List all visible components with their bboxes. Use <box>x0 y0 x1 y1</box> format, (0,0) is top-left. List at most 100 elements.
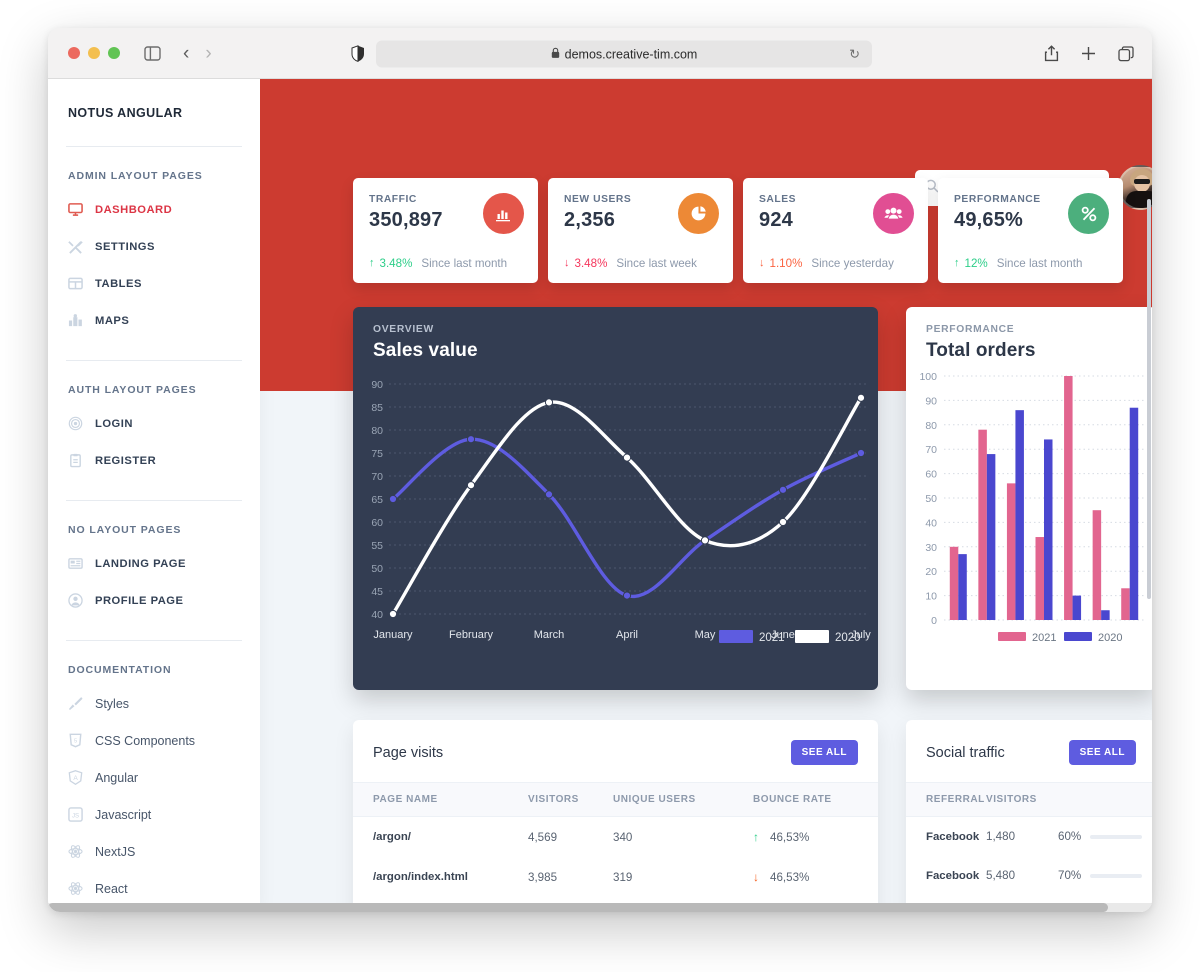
stat-since: Since last week <box>616 257 697 270</box>
brand-title[interactable]: NOTUS ANGULAR <box>68 79 242 120</box>
progress-percent: 70% <box>1058 869 1082 882</box>
column-header-progress <box>1058 782 1152 817</box>
column-header-page-name: PAGE NAME <box>353 782 528 817</box>
sidebar-item-dashboard[interactable]: DASHBOARD <box>66 196 242 223</box>
nextjs-atom-icon <box>68 844 83 859</box>
svg-text:0: 0 <box>931 615 937 627</box>
svg-text:45: 45 <box>371 586 383 598</box>
sidebar-item-label: Styles <box>95 696 130 711</box>
navigation-buttons[interactable]: ‹ › <box>183 44 212 63</box>
sidebar-item-react[interactable]: React <box>66 875 242 902</box>
reload-icon[interactable]: ↻ <box>849 46 860 62</box>
minimize-window-button[interactable] <box>88 47 100 59</box>
card-header: Page visits SEE ALL <box>353 720 878 782</box>
table-row[interactable]: Facebook 1,480 60% <box>906 817 1152 857</box>
svg-text:40: 40 <box>371 609 383 621</box>
svg-text:50: 50 <box>925 493 937 505</box>
sidebar-item-styles[interactable]: Styles <box>66 690 242 717</box>
percent-icon <box>1068 193 1109 234</box>
svg-text:2021: 2021 <box>759 632 785 644</box>
sidebar-item-javascript[interactable]: JS Javascript <box>66 801 242 828</box>
page-visits-card: Page visits SEE ALL PAGE NAME VISITORS U… <box>353 720 878 912</box>
sidebar-item-label: DASHBOARD <box>95 203 173 216</box>
sidebar-section-title-admin: ADMIN LAYOUT PAGES <box>68 170 203 182</box>
forward-button[interactable]: › <box>205 44 211 63</box>
sidebar-item-tables[interactable]: TABLES <box>66 270 242 297</box>
sidebar-item-label: LANDING PAGE <box>95 557 186 570</box>
share-icon[interactable] <box>1044 45 1059 62</box>
stat-footer: ↑ 3.48% Since last month <box>369 257 507 270</box>
see-all-button[interactable]: SEE ALL <box>1068 740 1136 765</box>
sidebar-item-angular[interactable]: A Angular <box>66 764 242 791</box>
svg-text:55: 55 <box>371 540 383 552</box>
window-controls[interactable] <box>68 47 120 59</box>
svg-text:85: 85 <box>371 402 383 414</box>
table-row[interactable]: /argon/index.html 3,985 319 ↓ 46,53% <box>353 857 878 897</box>
plus-icon[interactable] <box>1081 46 1096 61</box>
chart-pie-icon <box>678 193 719 234</box>
stat-card-performance: PERFORMANCE 49,65% ↑ 12% Since last mont… <box>938 178 1123 283</box>
total-orders-chart-card: PERFORMANCE Total orders 0 10 20 30 40 50 60 70… <box>906 307 1152 690</box>
arrow-up-icon: ↑ <box>954 257 960 269</box>
tools-icon <box>68 239 83 254</box>
sidebar-divider <box>66 146 242 147</box>
vertical-scrollbar[interactable] <box>1147 199 1151 599</box>
back-button[interactable]: ‹ <box>183 44 189 63</box>
toolbar-right-actions <box>1044 28 1134 79</box>
card-title: Social traffic <box>926 744 1005 761</box>
sidebar-toggle-icon[interactable] <box>144 45 161 61</box>
svg-text:10: 10 <box>925 591 937 603</box>
sidebar-item-label: PROFILE PAGE <box>95 594 184 607</box>
table-row[interactable]: Facebook 5,480 70% <box>906 856 1152 895</box>
stat-card-new-users: NEW USERS 2,356 ↓ 3.48% Since last week <box>548 178 733 283</box>
horizontal-scrollbar[interactable] <box>48 903 1152 912</box>
column-header-visitors: VISITORS <box>986 782 1058 817</box>
see-all-button[interactable]: SEE ALL <box>790 740 858 765</box>
react-atom-icon <box>68 881 83 896</box>
tabs-overview-icon[interactable] <box>1118 45 1134 62</box>
clipboard-icon <box>68 453 83 468</box>
stat-delta: 3.48% <box>574 257 608 270</box>
svg-text:March: March <box>534 629 565 641</box>
table-row[interactable]: /argon/4,569 340 ↑ 46,53% <box>353 817 878 858</box>
page-visits-table: PAGE NAME VISITORS UNIQUE USERS BOUNCE R… <box>353 782 878 912</box>
card-header: Social traffic SEE ALL <box>906 720 1152 782</box>
sidebar-section-title-nolayout: NO LAYOUT PAGES <box>68 524 182 536</box>
newspaper-icon <box>68 556 83 571</box>
maximize-window-button[interactable] <box>108 47 120 59</box>
close-window-button[interactable] <box>68 47 80 59</box>
app-viewport: NOTUS ANGULAR ADMIN LAYOUT PAGES DASHBOA… <box>48 79 1152 912</box>
sidebar-divider <box>66 500 242 501</box>
cell-bounce-rate: ↑ 46,53% <box>753 817 878 858</box>
sidebar-item-css-components[interactable]: 5 CSS Components <box>66 727 242 754</box>
svg-text:A: A <box>73 775 78 782</box>
fingerprint-icon <box>68 416 83 431</box>
stat-footer: ↓ 3.48% Since last week <box>564 257 697 270</box>
card-title: Total orders <box>926 340 1036 361</box>
cell-unique-users: 340 <box>613 830 633 844</box>
monitor-icon <box>68 202 83 217</box>
arrow-down-icon: ↓ <box>564 257 570 269</box>
arrow-up-icon: ↑ <box>753 830 759 844</box>
stat-since: Since last month <box>996 257 1083 270</box>
progress-percent: 60% <box>1058 830 1082 843</box>
sidebar-item-landing-page[interactable]: LANDING PAGE <box>66 550 242 577</box>
sidebar-divider <box>66 640 242 641</box>
shield-icon[interactable] <box>351 45 365 67</box>
sidebar-item-settings[interactable]: SETTINGS <box>66 233 242 260</box>
address-bar[interactable]: demos.creative-tim.com ↻ <box>376 40 872 68</box>
sidebar-item-register[interactable]: REGISTER <box>66 447 242 474</box>
cell-visitors: 4,569 <box>528 830 558 844</box>
sidebar-item-nextjs[interactable]: NextJS <box>66 838 242 865</box>
arrow-down-icon: ↓ <box>753 870 759 884</box>
table-header-row: PAGE NAME VISITORS UNIQUE USERS BOUNCE R… <box>353 782 878 817</box>
column-header-bounce-rate: BOUNCE RATE <box>753 782 878 817</box>
svg-text:5: 5 <box>74 738 77 744</box>
sidebar-item-maps[interactable]: MAPS <box>66 307 242 334</box>
sidebar-item-profile-page[interactable]: PROFILE PAGE <box>66 587 242 614</box>
sidebar-item-login[interactable]: LOGIN <box>66 410 242 437</box>
cell-referral: Facebook <box>926 830 980 843</box>
cell-progress: 70% <box>1058 856 1152 895</box>
svg-text:80: 80 <box>925 420 937 432</box>
stat-delta: 12% <box>964 257 988 270</box>
